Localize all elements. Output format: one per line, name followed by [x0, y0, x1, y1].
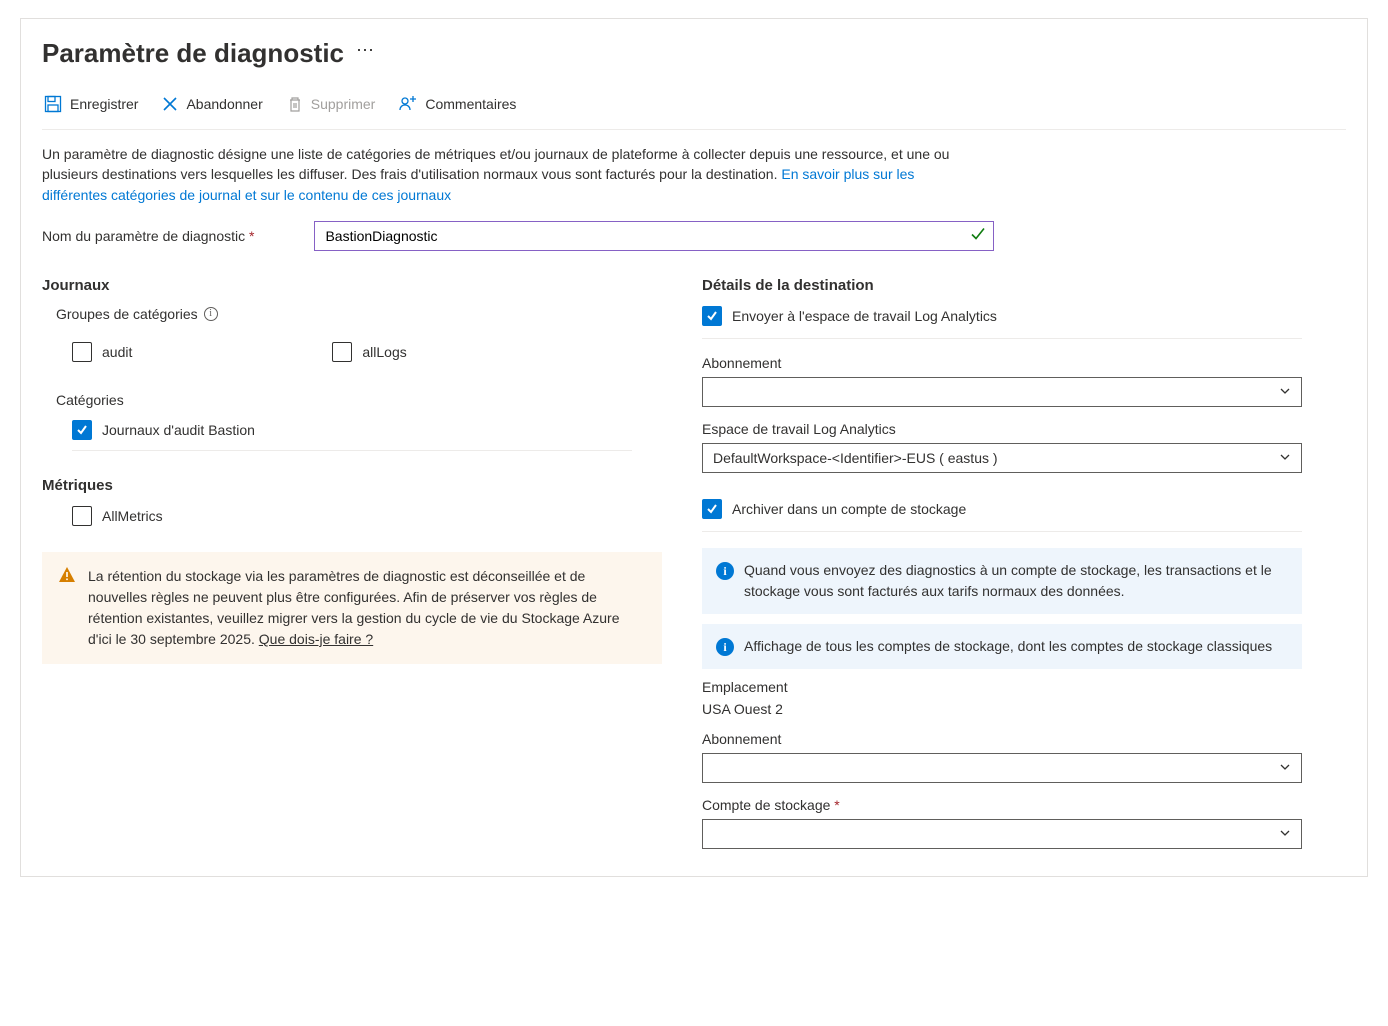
subscription2-label: Abonnement [702, 731, 1302, 747]
logs-section-title: Journaux [42, 277, 662, 294]
setting-name-input[interactable] [314, 221, 994, 251]
close-icon [162, 96, 178, 112]
subscription-select[interactable] [702, 377, 1302, 407]
trash-icon [287, 96, 303, 112]
delete-button: Supprimer [285, 92, 378, 116]
bastion-audit-checkbox[interactable] [72, 420, 92, 440]
bastion-audit-label: Journaux d'audit Bastion [102, 422, 255, 438]
more-menu-icon[interactable]: ⋯ [356, 40, 374, 61]
feedback-icon [399, 95, 417, 113]
category-groups-label: Groupes de catégories i [56, 306, 662, 322]
description-text: Un paramètre de diagnostic désigne une l… [42, 144, 952, 205]
categories-label: Catégories [56, 392, 662, 408]
location-value: USA Ouest 2 [702, 701, 1302, 717]
feedback-button[interactable]: Commentaires [397, 91, 518, 117]
warning-link[interactable]: Que dois-je faire ? [259, 631, 373, 647]
chevron-down-icon [1279, 450, 1291, 466]
warning-box: La rétention du stockage via les paramèt… [42, 552, 662, 664]
allmetrics-label: AllMetrics [102, 508, 163, 524]
send-loganalytics-checkbox[interactable] [702, 306, 722, 326]
storage-cost-info: i Quand vous envoyez des diagnostics à u… [702, 548, 1302, 614]
audit-checkbox[interactable] [72, 342, 92, 362]
archive-storage-checkbox[interactable] [702, 499, 722, 519]
storage-account-select[interactable] [702, 819, 1302, 849]
allmetrics-checkbox[interactable] [72, 506, 92, 526]
setting-name-label: Nom du paramètre de diagnostic * [42, 228, 254, 244]
location-label: Emplacement [702, 679, 1302, 695]
alllogs-checkbox-label: allLogs [362, 344, 406, 360]
storage-account-label: Compte de stockage * [702, 797, 1302, 813]
toolbar: Enregistrer Abandonner Supprimer Comment… [42, 91, 1346, 130]
chevron-down-icon [1279, 384, 1291, 400]
send-loganalytics-label: Envoyer à l'espace de travail Log Analyt… [732, 308, 997, 324]
discard-button[interactable]: Abandonner [160, 92, 264, 116]
subscription2-select[interactable] [702, 753, 1302, 783]
metrics-section-title: Métriques [42, 477, 662, 494]
info-icon: i [716, 638, 734, 656]
subscription-label: Abonnement [702, 355, 1302, 371]
save-icon [44, 95, 62, 113]
page-title: Paramètre de diagnostic [42, 38, 344, 69]
info-icon[interactable]: i [204, 307, 218, 321]
archive-storage-label: Archiver dans un compte de stockage [732, 501, 966, 517]
workspace-select[interactable]: DefaultWorkspace-<Identifier>-EUS ( east… [702, 443, 1302, 473]
save-button[interactable]: Enregistrer [42, 91, 140, 117]
chevron-down-icon [1279, 826, 1291, 842]
warning-icon [58, 566, 76, 650]
alllogs-checkbox[interactable] [332, 342, 352, 362]
destination-section-title: Détails de la destination [702, 277, 1302, 294]
info-icon: i [716, 562, 734, 580]
workspace-label: Espace de travail Log Analytics [702, 421, 1302, 437]
storage-accounts-info: i Affichage de tous les comptes de stock… [702, 624, 1302, 669]
audit-checkbox-label: audit [102, 344, 132, 360]
valid-check-icon [970, 226, 986, 245]
chevron-down-icon [1279, 760, 1291, 776]
